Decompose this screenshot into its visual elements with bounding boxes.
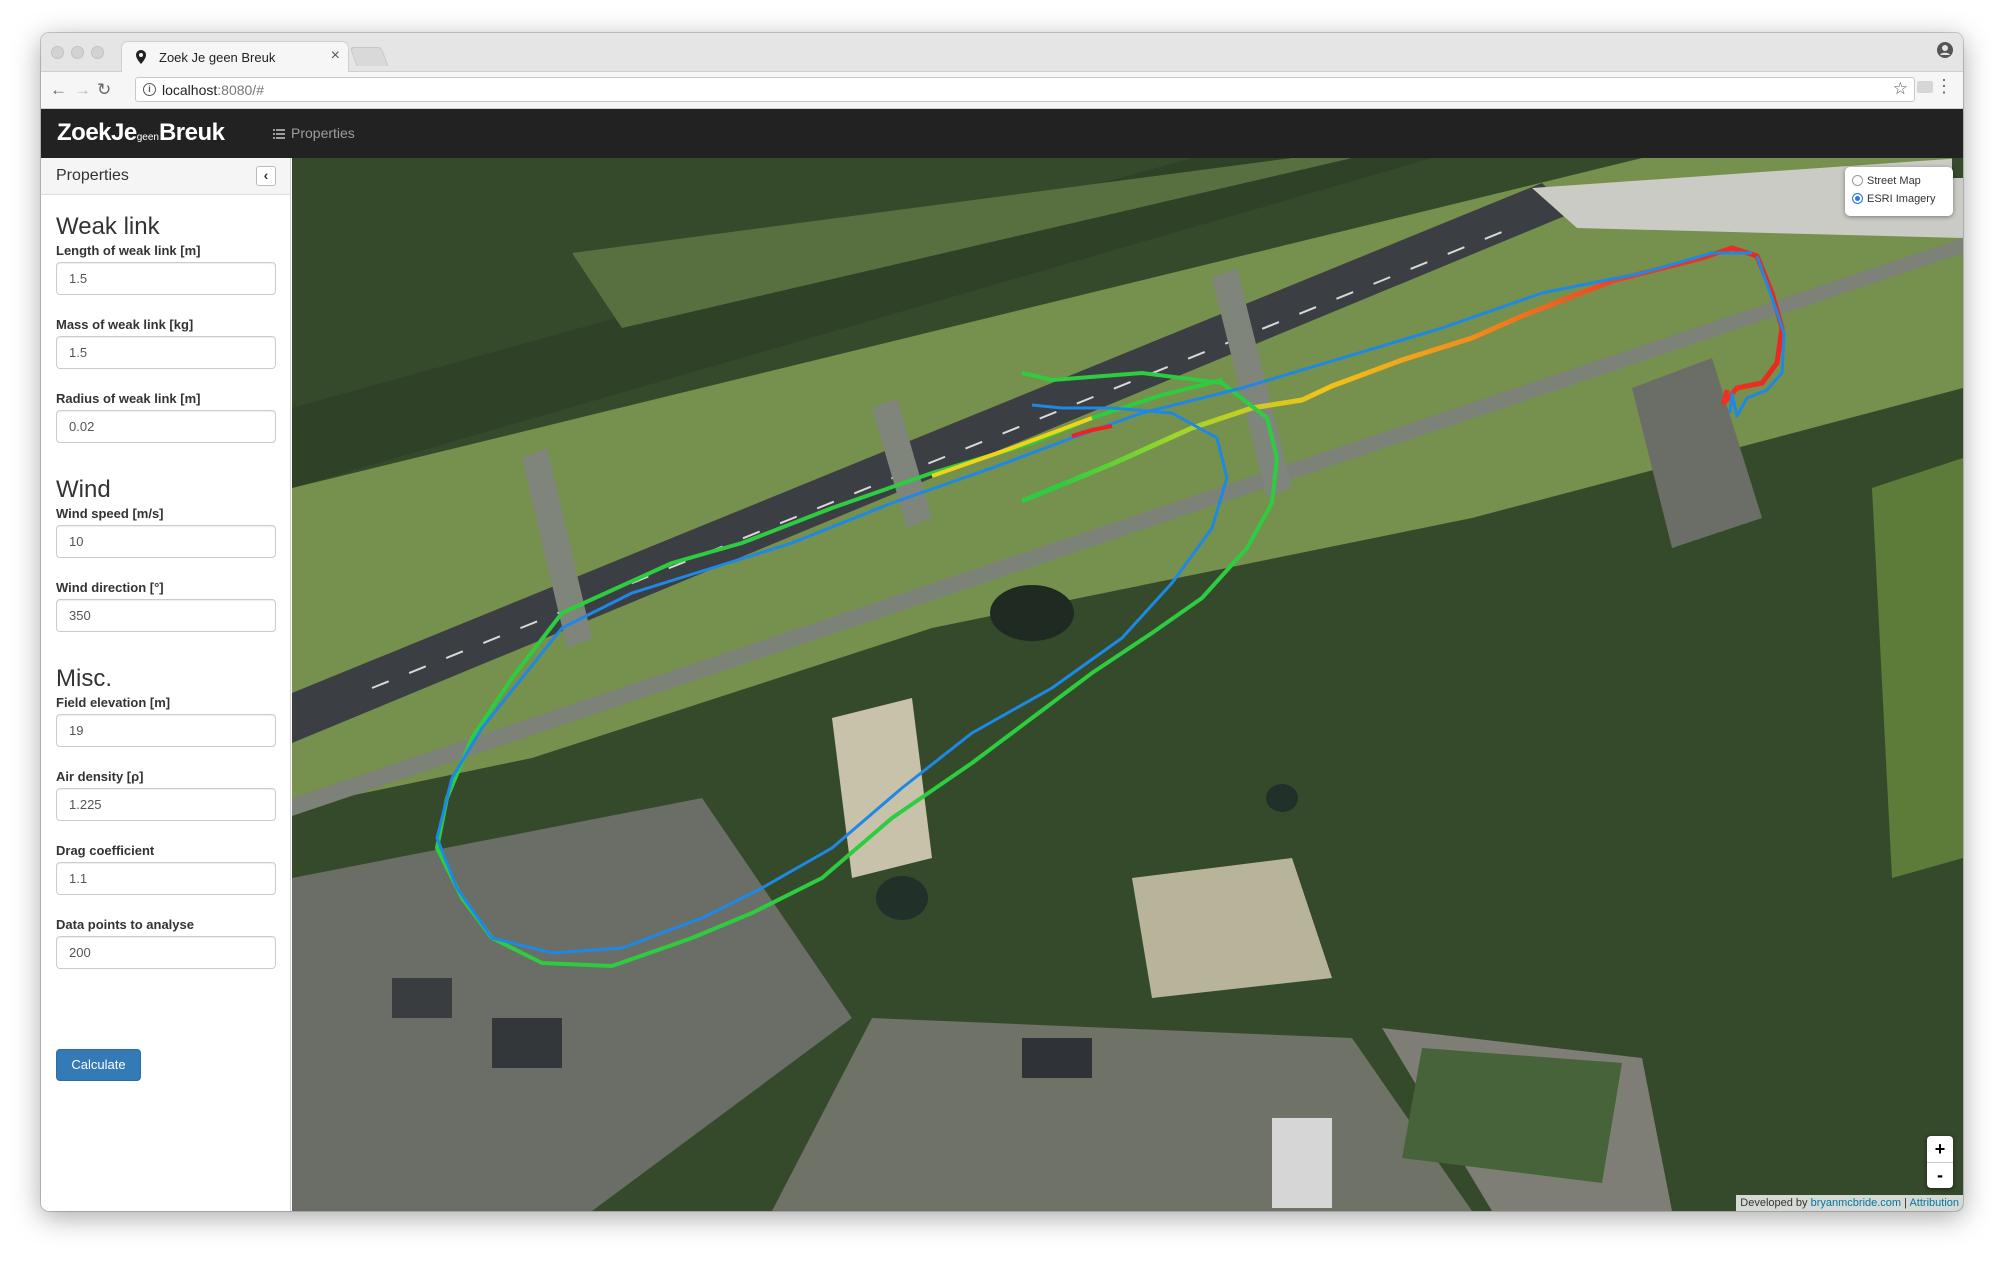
drag-coefficient-input[interactable]: 1.1 — [56, 862, 276, 895]
nav-properties-label: Properties — [291, 125, 355, 141]
chevron-left-icon: ‹ — [263, 167, 269, 183]
app-logo[interactable]: ZoekJegeenBreuk — [57, 119, 225, 147]
tab-title: Zoek Je geen Breuk — [159, 50, 276, 65]
map-view[interactable]: Street Map ESRI Imagery + - Developed by… — [292, 158, 1963, 1211]
browser-window: Zoek Je geen Breuk × ← → ↻ i localhost:8… — [41, 33, 1963, 1211]
sidebar-title: Properties — [56, 167, 129, 184]
mass-input[interactable]: 1.5 — [56, 336, 276, 369]
close-window-dot[interactable] — [51, 46, 64, 59]
tab-strip: Zoek Je geen Breuk × — [41, 33, 1963, 72]
browser-toolbar: ← → ↻ i localhost:8080/# ☆ ⋮ — [41, 72, 1963, 109]
layer-control: Street Map ESRI Imagery — [1845, 167, 1953, 216]
radio-esri-imagery[interactable] — [1852, 192, 1863, 204]
new-tab-button[interactable] — [349, 47, 389, 66]
minimize-window-dot[interactable] — [71, 46, 84, 59]
data-points-label: Data points to analyse — [56, 917, 194, 932]
zoom-out-button[interactable]: - — [1927, 1162, 1953, 1188]
attribution-link[interactable]: Attribution — [1909, 1197, 1959, 1209]
url-text: localhost:8080/# — [162, 82, 264, 98]
section-misc: Misc. — [56, 665, 112, 692]
browser-menu-icon[interactable]: ⋮ — [1935, 77, 1953, 95]
radius-label: Radius of weak link [m] — [56, 391, 201, 406]
section-weak-link: Weak link — [56, 213, 160, 240]
zoom-control: + - — [1927, 1136, 1953, 1188]
layer-street-map[interactable]: Street Map — [1852, 174, 1921, 187]
air-density-label: Air density [ρ] — [56, 769, 144, 784]
layer-esri-imagery[interactable]: ESRI Imagery — [1852, 192, 1935, 205]
length-input[interactable]: 1.5 — [56, 262, 276, 295]
zoom-in-button[interactable]: + — [1927, 1136, 1953, 1163]
calculate-button[interactable]: Calculate — [56, 1049, 141, 1081]
browser-tab[interactable]: Zoek Je geen Breuk × — [121, 41, 349, 72]
wind-direction-input[interactable]: 350 — [56, 599, 276, 632]
bookmark-star-icon[interactable]: ☆ — [1893, 79, 1908, 99]
back-arrow-icon[interactable]: ← — [50, 81, 67, 98]
section-wind: Wind — [56, 476, 111, 503]
wind-speed-input[interactable]: 10 — [56, 525, 276, 558]
radio-street-map[interactable] — [1852, 174, 1863, 186]
wind-direction-label: Wind direction [°] — [56, 580, 164, 595]
tab-close-icon[interactable]: × — [331, 47, 340, 65]
extension-icon[interactable] — [1917, 81, 1933, 93]
building — [392, 978, 452, 1018]
forward-arrow-icon[interactable]: → — [74, 81, 91, 98]
wind-speed-label: Wind speed [m/s] — [56, 506, 164, 521]
satellite-map[interactable] — [292, 158, 1963, 1211]
sidebar-header: Properties ‹ — [41, 158, 290, 195]
collapse-sidebar-button[interactable]: ‹ — [256, 166, 276, 186]
properties-sidebar: Properties ‹ Weak link Length of weak li… — [41, 158, 291, 1211]
building-white — [1272, 1118, 1332, 1208]
building — [1022, 1038, 1092, 1078]
nav-properties-link[interactable]: Properties — [273, 125, 355, 142]
map-pin-icon — [136, 50, 146, 69]
air-density-input[interactable]: 1.225 — [56, 788, 276, 821]
length-label: Length of weak link [m] — [56, 243, 201, 258]
pond-south — [876, 876, 928, 920]
field-elevation-label: Field elevation [m] — [56, 695, 171, 710]
drag-coefficient-label: Drag coefficient — [56, 843, 155, 858]
building — [492, 1018, 562, 1068]
list-icon — [273, 126, 285, 142]
info-icon[interactable]: i — [143, 83, 156, 96]
mass-label: Mass of weak link [kg] — [56, 317, 194, 332]
map-attribution: Developed by bryanmcbride.com | Attribut… — [1736, 1195, 1963, 1211]
reload-icon[interactable]: ↻ — [97, 81, 111, 98]
maximize-window-dot[interactable] — [91, 46, 104, 59]
app-navbar: ZoekJegeenBreuk Properties — [41, 109, 1963, 158]
radius-input[interactable]: 0.02 — [56, 410, 276, 443]
edge — [1952, 158, 1963, 178]
profile-icon[interactable] — [1937, 42, 1953, 63]
pond-east — [1266, 784, 1298, 812]
address-bar[interactable]: i localhost:8080/# ☆ — [135, 77, 1915, 102]
developer-link[interactable]: bryanmcbride.com — [1811, 1197, 1901, 1209]
pond-north — [990, 585, 1074, 641]
field-elevation-input[interactable]: 19 — [56, 714, 276, 747]
data-points-input[interactable]: 200 — [56, 936, 276, 969]
